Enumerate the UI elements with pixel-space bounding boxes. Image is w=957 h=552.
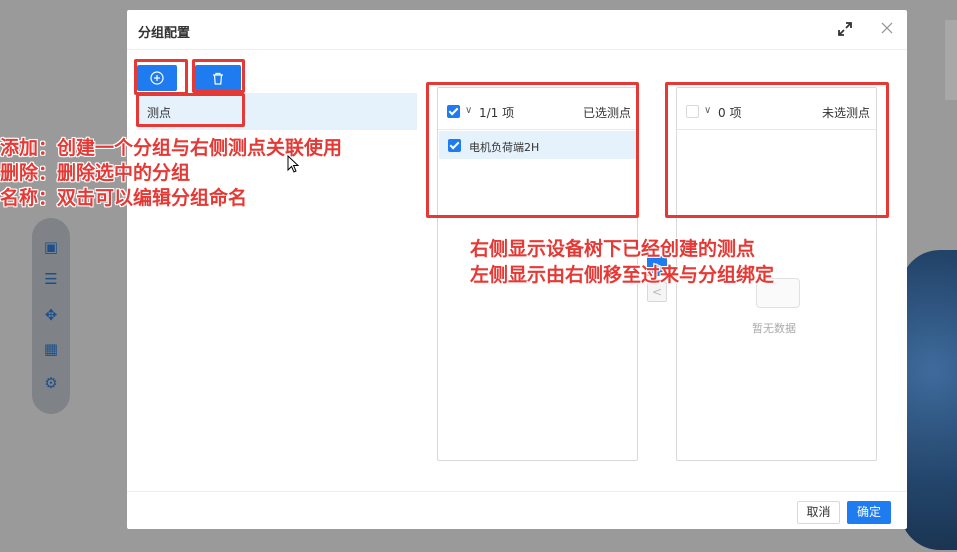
select-all-checkbox[interactable] bbox=[686, 105, 699, 118]
close-icon[interactable] bbox=[879, 21, 895, 37]
unselected-panel-title: 未选测点 bbox=[821, 106, 870, 120]
point-list-item[interactable]: 电机负荷端2H bbox=[439, 131, 636, 159]
background-3d-model bbox=[900, 250, 957, 550]
annotation-left: 添加：创建一个分组与右侧测点关联使用 删除：删除选中的分组 名称：双击可以编辑分… bbox=[0, 136, 342, 211]
annotation-middle: 右侧显示设备树下已经创建的测点 左侧显示由右侧移至过来与分组绑定 bbox=[470, 236, 774, 288]
group-list-item[interactable]: 测点 bbox=[138, 93, 417, 129]
gear-icon: ⚙ bbox=[44, 374, 58, 392]
selected-count: 1/1 项 bbox=[479, 106, 515, 120]
grid-settings-icon: ▦ bbox=[43, 340, 59, 358]
ok-button[interactable]: 确定 bbox=[847, 501, 891, 524]
dialog-header: 分组配置 bbox=[127, 10, 907, 50]
selected-panel-title: 已选测点 bbox=[582, 106, 631, 120]
unselected-count: 0 项 bbox=[718, 106, 742, 120]
add-group-button[interactable] bbox=[137, 65, 177, 91]
selected-panel-header: ∨ 1/1 项 已选测点 bbox=[438, 88, 637, 130]
mouse-cursor-icon bbox=[287, 155, 299, 173]
annotation-left-side: 左侧显示由右侧移至过来与分组绑定 bbox=[470, 264, 775, 286]
unselected-panel-header: ∨ 0 项 未选测点 bbox=[677, 88, 876, 130]
chevron-down-icon[interactable]: ∨ bbox=[465, 104, 475, 118]
divider bbox=[137, 129, 417, 130]
trash-icon bbox=[213, 72, 223, 85]
dialog-footer: 取消 确定 bbox=[127, 491, 907, 529]
cancel-button[interactable]: 取消 bbox=[797, 501, 840, 524]
expand-icon[interactable] bbox=[837, 22, 853, 38]
move-icon: ✥ bbox=[44, 306, 58, 324]
group-name: 测点 bbox=[147, 106, 172, 120]
point-label: 电机负荷端2H bbox=[469, 141, 540, 154]
chevron-down-icon[interactable]: ∨ bbox=[704, 104, 714, 118]
list-settings-icon: ☰ bbox=[44, 270, 58, 288]
select-all-checkbox[interactable] bbox=[447, 105, 460, 118]
item-checkbox[interactable] bbox=[448, 139, 461, 152]
delete-group-button[interactable] bbox=[195, 65, 241, 91]
dialog-title: 分组配置 bbox=[138, 26, 191, 41]
background-side-panel bbox=[945, 20, 957, 100]
image-settings-icon: ▣ bbox=[43, 238, 59, 256]
annotation-right-side: 右侧显示设备树下已经创建的测点 bbox=[470, 238, 756, 260]
empty-text: 暂无数据 bbox=[752, 322, 796, 335]
plus-circle-icon bbox=[150, 71, 164, 85]
annotation-name: 名称：双击可以编辑分组命名 bbox=[0, 187, 248, 209]
